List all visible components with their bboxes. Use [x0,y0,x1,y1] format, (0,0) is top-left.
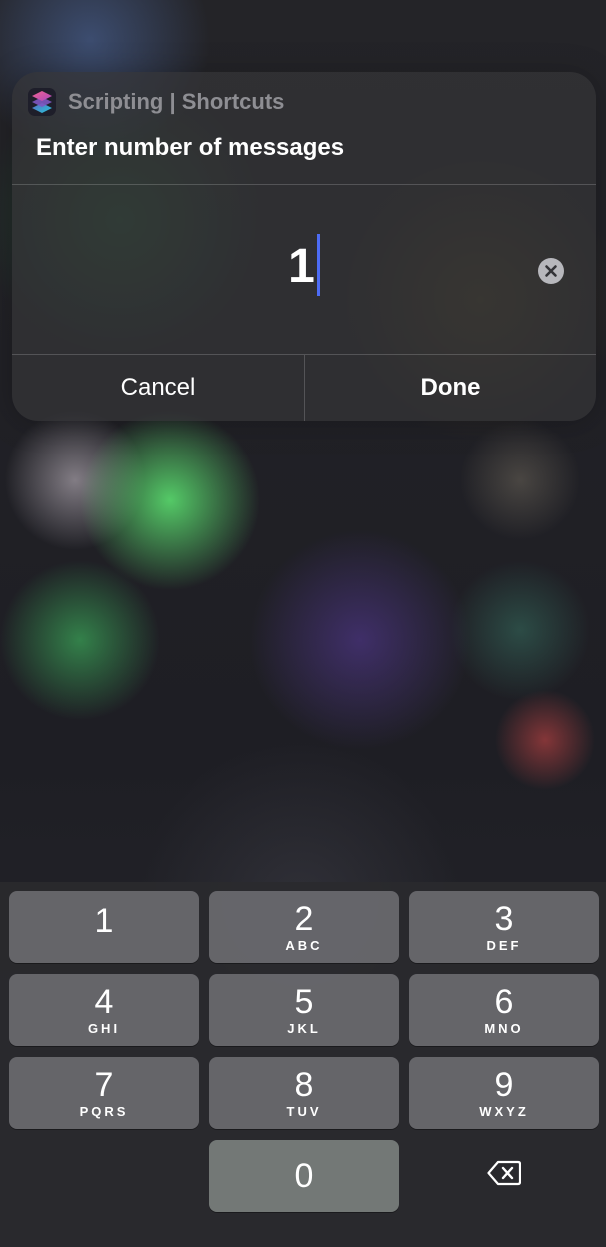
clear-x-icon[interactable] [538,258,564,284]
key-digit: 8 [294,1066,314,1104]
key-2[interactable]: 2 ABC [209,891,399,963]
key-letters: JKL [287,1021,321,1036]
numeric-keypad: 1 2 ABC 3 DEF 4 GHI 5 JKL 6 MNO 7 PQRS 8… [0,882,606,1247]
key-letters: MNO [484,1021,524,1036]
backspace-key[interactable] [409,1140,599,1212]
key-digit: 5 [294,983,314,1021]
key-digit: 3 [494,900,514,938]
alert-header: Scripting | Shortcuts Enter number of me… [12,72,596,184]
shortcuts-app-icon [28,88,56,116]
key-1[interactable]: 1 [9,891,199,963]
done-button[interactable]: Done [305,355,596,421]
key-3[interactable]: 3 DEF [409,891,599,963]
key-0[interactable]: 0 [209,1140,399,1212]
number-input-field[interactable]: 1 [12,185,596,354]
text-input-alert: Scripting | Shortcuts Enter number of me… [12,72,596,421]
key-9[interactable]: 9 WXYZ [409,1057,599,1129]
key-digit: 4 [94,983,114,1021]
key-digit: 1 [94,902,114,940]
key-7[interactable]: 7 PQRS [9,1057,199,1129]
key-letters: TUV [286,1104,322,1119]
key-digit: 7 [94,1066,114,1104]
key-letters: WXYZ [479,1104,529,1119]
key-8[interactable]: 8 TUV [209,1057,399,1129]
key-digit: 0 [294,1157,314,1195]
alert-button-row: Cancel Done [12,355,596,421]
key-digit: 6 [494,983,514,1021]
key-letters: PQRS [79,1104,129,1119]
key-4[interactable]: 4 GHI [9,974,199,1046]
key-5[interactable]: 5 JKL [209,974,399,1046]
backspace-icon [487,1160,521,1186]
key-digit: 2 [294,900,314,938]
alert-title: Enter number of messages [36,134,345,161]
cancel-button[interactable]: Cancel [12,355,304,421]
app-name: Scripting | Shortcuts [68,89,285,114]
key-letters: GHI [87,1021,121,1036]
text-caret [316,234,320,297]
key-digit: 9 [494,1066,514,1104]
key-letters: DEF [486,938,522,953]
input-value-container: 1 [12,234,596,297]
key-letters: ABC [285,938,323,953]
key-6[interactable]: 6 MNO [409,974,599,1046]
input-value: 1 [288,240,315,293]
